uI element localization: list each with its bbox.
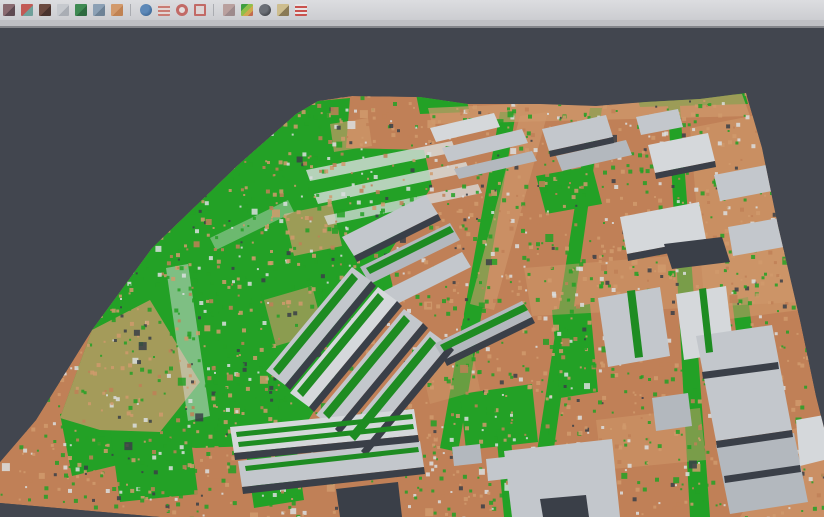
- classification-colors-icon[interactable]: [239, 3, 254, 18]
- toolbar: [0, 0, 824, 20]
- import-points-icon-glyph: [21, 4, 33, 16]
- toolbar-edge: [0, 20, 824, 28]
- app-window: [0, 0, 824, 517]
- target-icon-glyph: [176, 4, 188, 16]
- measure-icon[interactable]: [275, 3, 290, 18]
- terrain-model-icon[interactable]: [37, 3, 52, 18]
- point-cloud-icon[interactable]: [55, 3, 70, 18]
- layers-icon[interactable]: [156, 3, 171, 18]
- layers-icon-glyph: [158, 4, 170, 16]
- terrain-model-icon-glyph: [39, 4, 51, 16]
- sphere-view-icon-glyph: [259, 4, 271, 16]
- open-icon-glyph: [3, 4, 15, 16]
- clip-box-icon[interactable]: [293, 3, 308, 18]
- classification-colors-icon-glyph: [241, 4, 253, 16]
- cross-section-icon[interactable]: [91, 3, 106, 18]
- orthoimage-icon[interactable]: [109, 3, 124, 18]
- 3d-viewport[interactable]: [0, 28, 824, 517]
- toolbar-separator: [210, 3, 218, 17]
- 3d-scene[interactable]: [0, 28, 824, 517]
- toolbar-separator: [127, 3, 135, 17]
- raster-grid-icon[interactable]: [221, 3, 236, 18]
- sphere-view-icon[interactable]: [257, 3, 272, 18]
- clip-box-icon-glyph: [295, 4, 307, 16]
- target-icon[interactable]: [174, 3, 189, 18]
- vegetation-layer-icon[interactable]: [73, 3, 88, 18]
- vegetation-layer-icon-glyph: [75, 4, 87, 16]
- open-icon[interactable]: [1, 3, 16, 18]
- globe-icon-glyph: [140, 4, 152, 16]
- selection-box-icon-glyph: [194, 4, 206, 16]
- raster-grid-icon-glyph: [223, 4, 235, 16]
- point-cloud-icon-glyph: [57, 4, 69, 16]
- toolbar-icons: [1, 3, 308, 18]
- selection-box-icon[interactable]: [192, 3, 207, 18]
- orthoimage-icon-glyph: [111, 4, 123, 16]
- import-points-icon[interactable]: [19, 3, 34, 18]
- measure-icon-glyph: [277, 4, 289, 16]
- globe-icon[interactable]: [138, 3, 153, 18]
- cross-section-icon-glyph: [93, 4, 105, 16]
